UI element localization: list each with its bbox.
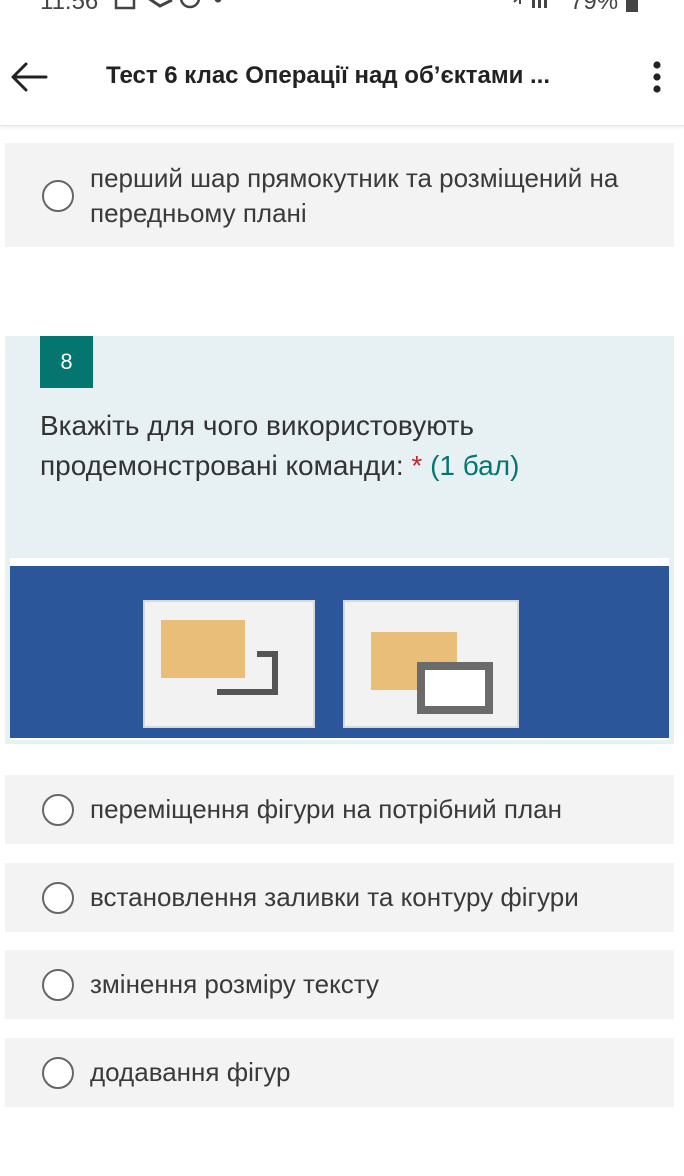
question-number: 8 — [40, 336, 93, 388]
more-vertical-icon — [653, 61, 661, 93]
option-label: переміщення фігури на потрібний план — [90, 794, 562, 824]
notification-icons — [114, 0, 222, 10]
battery-icon — [626, 0, 638, 12]
radio-button[interactable] — [42, 794, 74, 826]
bring-forward-icon — [371, 632, 493, 714]
back-button[interactable] — [6, 54, 52, 100]
option-label: змінення розміру тексту — [90, 969, 379, 999]
option-label: перший шар прямокутник та розміщений на … — [90, 163, 619, 228]
page: 11:56 79% Тест 6 клас Операції над об’єк… — [0, 0, 684, 1176]
radio-button[interactable] — [42, 969, 74, 1001]
status-time: 11:56 — [40, 0, 99, 15]
arrow-left-icon — [11, 62, 48, 92]
radio-button[interactable] — [42, 180, 74, 212]
question-image — [10, 558, 669, 740]
question-text: Вкажіть для чого використовують продемон… — [40, 410, 474, 481]
question-card: 8 Вкажіть для чого використовують продем… — [5, 336, 674, 744]
page-title: Тест 6 клас Операції над об’єктами ... — [106, 62, 550, 89]
option-label: додавання фігур — [90, 1057, 291, 1087]
previous-question-option[interactable]: перший шар прямокутник та розміщений на … — [5, 143, 674, 247]
question-text-block: Вкажіть для чого використовують продемон… — [40, 406, 640, 486]
answer-option-4[interactable]: додавання фігур — [5, 1038, 674, 1107]
more-options-button[interactable] — [638, 54, 676, 100]
question-points: (1 бал) — [430, 450, 520, 481]
radio-button[interactable] — [42, 882, 74, 914]
answer-option-3[interactable]: змінення розміру тексту — [5, 950, 674, 1019]
send-backward-command — [143, 600, 315, 728]
send-backward-icon — [161, 620, 278, 695]
answer-option-2[interactable]: встановлення заливки та контуру фігури — [5, 863, 674, 932]
required-mark: * — [411, 450, 423, 481]
radio-button[interactable] — [42, 1057, 74, 1089]
ribbon-background — [10, 566, 669, 738]
status-bar: 11:56 79% — [0, 0, 684, 18]
answer-option-1[interactable]: переміщення фігури на потрібний план — [5, 775, 674, 844]
battery-level: 79% — [570, 0, 619, 15]
bring-forward-command — [343, 600, 519, 728]
option-label: встановлення заливки та контуру фігури — [90, 882, 579, 912]
app-header: Тест 6 клас Операції над об’єктами ... — [0, 30, 684, 126]
signal-icon — [513, 0, 547, 8]
